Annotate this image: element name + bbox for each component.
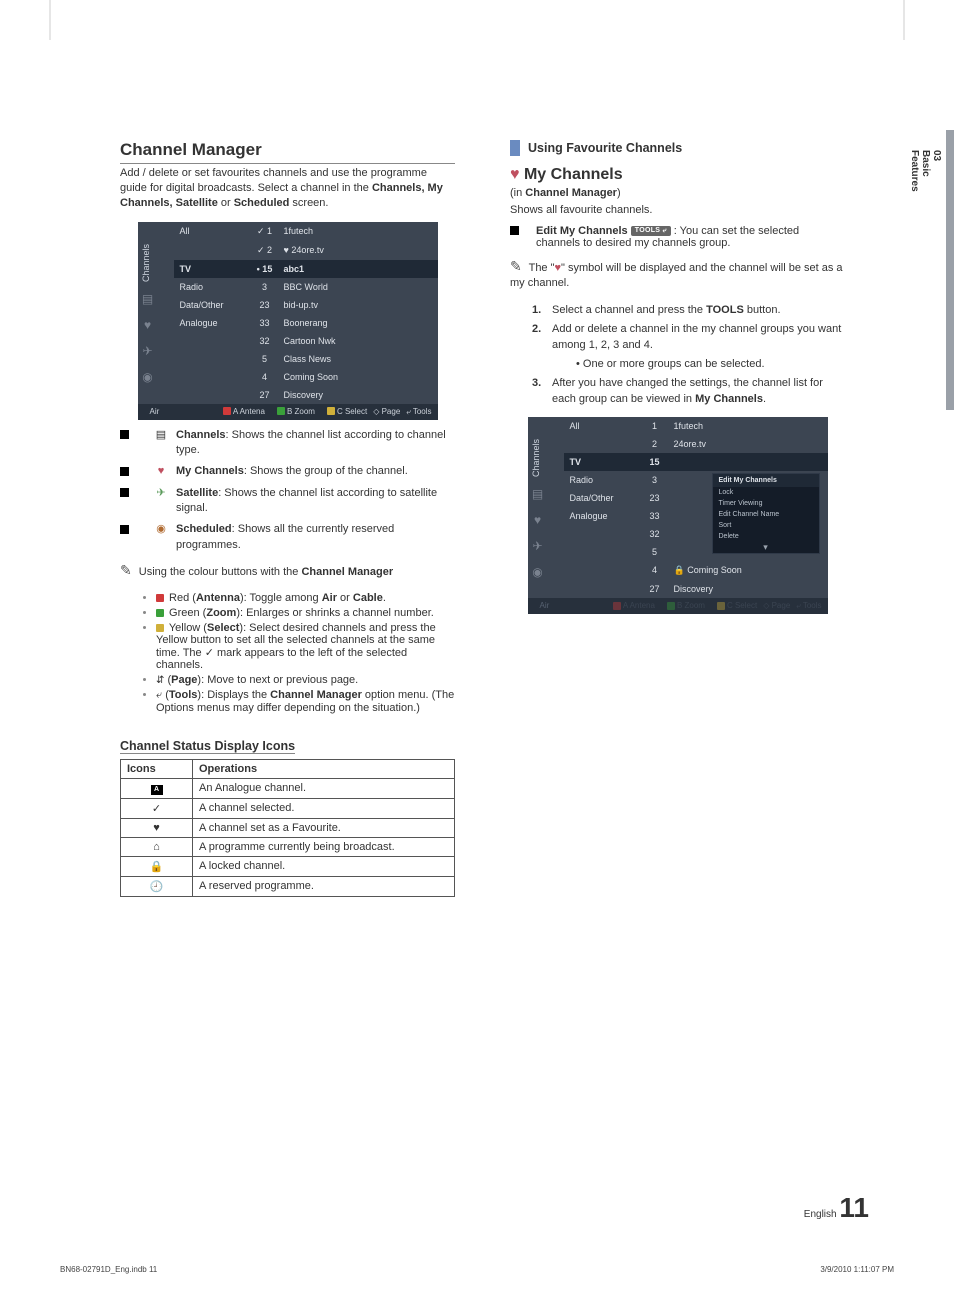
context-menu-header[interactable]: Edit My Channels — [713, 474, 819, 487]
desc-my-channels: ♥ My Channels: Shows the group of the ch… — [120, 464, 455, 479]
tv2-side-label: Channels — [528, 435, 544, 481]
context-menu-item[interactable]: Sort — [713, 520, 819, 531]
tv2-bar-items: A AntenaB ZoomC Select◇ Page⤶ Tools — [601, 601, 822, 611]
side-section-title: Basic Features — [909, 150, 931, 192]
channel-status-icons-table: IconsOperations AAn Analogue channel.✓A … — [120, 759, 455, 897]
tv-screenshot-1: Channels ▤ ♥ ✈ ◉ All✓ 11futech✓ 2♥ 24ore… — [138, 222, 438, 420]
favourite-channels-bar: Using Favourite Channels — [510, 140, 845, 156]
my-channels-list-icon: ♥ — [146, 464, 176, 479]
tv1-bar-items: A AntenaB ZoomC Select◇ Page⤶ Tools — [211, 407, 432, 417]
desc-channels: ▤ Channels: Shows the channel list accor… — [120, 428, 455, 459]
context-menu-item[interactable]: Lock — [713, 487, 819, 498]
colour-buttons-note: ✎ Using the colour buttons with the Chan… — [120, 561, 455, 581]
tv1-bar-left: Air — [150, 407, 160, 417]
channels-icon: ▤ — [138, 286, 158, 312]
heart-icon: ♥ — [528, 507, 548, 533]
colour-button-list: Red (Antenna): Toggle among Air or Cable… — [156, 592, 455, 714]
page-number: 11 — [839, 1192, 869, 1223]
context-menu-item[interactable]: Timer Viewing — [713, 498, 819, 509]
intro-text: Add / delete or set favourites channels … — [120, 166, 455, 211]
tools-badge: TOOLS ⤶ — [631, 226, 671, 236]
tv-screenshot-2: Channels ▤ ♥ ✈ ◉ All11futech224ore.tvTV1… — [528, 417, 828, 614]
context-menu[interactable]: Edit My Channels LockTimer ViewingEdit C… — [712, 473, 820, 554]
intro-mid: or — [221, 197, 234, 209]
scheduled-icon: ◉ — [528, 559, 548, 585]
my-channels-heading: ♥ My Channels — [510, 166, 845, 184]
side-section-no: 03 — [931, 150, 942, 161]
context-menu-item[interactable]: Delete — [713, 531, 819, 542]
scheduled-icon: ◉ — [138, 364, 158, 390]
satellite-icon: ✈ — [528, 533, 548, 559]
tv1-side-label: Channels — [138, 240, 154, 286]
th-operations: Operations — [193, 759, 455, 778]
scheduled-list-icon: ◉ — [146, 522, 176, 553]
desc-satellite: ✈ Satellite: Shows the channel list acco… — [120, 486, 455, 517]
edit-my-channels-item: Edit My Channels TOOLS ⤶ : You can set t… — [510, 225, 845, 249]
satellite-icon: ✈ — [138, 338, 158, 364]
print-footer: BN68-02791D_Eng.indb 11 3/9/2010 1:11:07… — [60, 1265, 894, 1274]
note-icon: ✎ — [510, 258, 522, 274]
intro-bold2: Scheduled — [234, 197, 290, 209]
footer-date: 3/9/2010 1:11:07 PM — [820, 1265, 894, 1274]
footer-doc: BN68-02791D_Eng.indb 11 — [60, 1265, 157, 1274]
in-channel-manager: (in Channel Manager) — [510, 186, 845, 201]
page-lang: English — [804, 1209, 837, 1220]
steps-list: 1.Select a channel and press the TOOLS b… — [532, 303, 845, 407]
channels-icon: ▤ — [528, 481, 548, 507]
bar-stub — [510, 140, 520, 156]
intro-post: screen. — [292, 197, 328, 209]
desc-scheduled: ◉ Scheduled: Shows all the currently res… — [120, 522, 455, 553]
channels-list-icon: ▤ — [146, 428, 176, 459]
page-number-wrap: English 11 — [804, 1192, 869, 1224]
side-section-label: 03 Basic Features — [909, 150, 942, 192]
tv2-bar-left: Air — [540, 601, 550, 611]
channel-manager-heading: Channel Manager — [120, 140, 455, 164]
heart-icon: ♥ — [510, 166, 520, 183]
note-icon: ✎ — [120, 562, 132, 578]
heart-note: ✎ The "♥" symbol will be displayed and t… — [510, 257, 845, 292]
icons-table-title: Channel Status Display Icons — [120, 739, 295, 754]
menu-scroll-icon: ▾ — [713, 542, 819, 553]
shows-all-fav: Shows all favourite channels. — [510, 203, 845, 218]
favourite-channels-title: Using Favourite Channels — [528, 141, 682, 155]
side-gray-bar — [946, 130, 954, 410]
satellite-list-icon: ✈ — [146, 486, 176, 517]
th-icons: Icons — [121, 759, 193, 778]
context-menu-item[interactable]: Edit Channel Name — [713, 509, 819, 520]
heart-icon: ♥ — [138, 312, 158, 338]
